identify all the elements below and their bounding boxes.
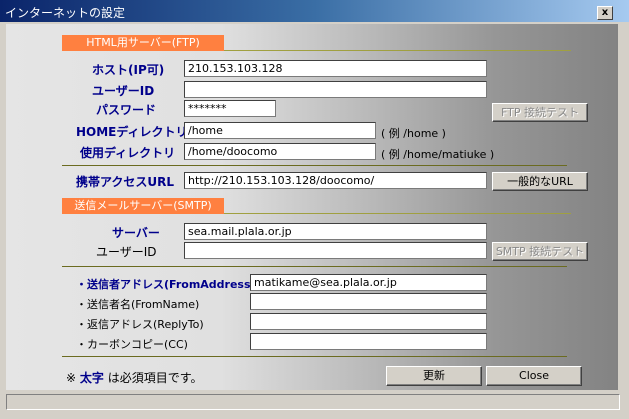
home-dir-label: HOMEディレクトリ: [76, 125, 188, 139]
smtp-server-label: サーバー: [112, 226, 160, 240]
use-dir-example: ( 例 /home/matiuke ): [381, 148, 495, 161]
from-name-label: ・送信者名(FromName): [76, 298, 200, 311]
from-address-label: ・送信者アドレス(FromAddress): [76, 278, 256, 291]
close-button[interactable]: Close: [486, 366, 582, 386]
ftp-test-button[interactable]: FTP 接続テスト: [492, 103, 588, 122]
password-label: パスワード: [96, 103, 157, 117]
update-button[interactable]: 更新: [386, 366, 482, 386]
divider: [62, 266, 567, 267]
reply-to-label: ・返信アドレス(ReplyTo): [76, 318, 204, 331]
password-input[interactable]: *******: [184, 100, 276, 117]
ftp-user-label: ユーザーID: [92, 84, 155, 98]
section-smtp-server: 送信メールサーバー(SMTP): [62, 198, 224, 214]
note-suffix: は必須項目です。: [107, 371, 203, 385]
from-address-input[interactable]: matikame@sea.plala.or.jp: [250, 274, 487, 291]
mobile-url-input[interactable]: http://210.153.103.128/doocomo/: [184, 172, 487, 189]
reply-to-input[interactable]: [250, 313, 487, 330]
host-label: ホスト(IP可): [92, 63, 165, 77]
section-html-server: HTML用サーバー(FTP): [62, 35, 224, 51]
from-name-input[interactable]: [250, 293, 487, 310]
use-dir-label: 使用ディレクトリ: [80, 146, 176, 160]
title-bar[interactable]: インターネットの設定 x: [0, 0, 629, 22]
required-note: ※ 太字 は必須項目です。: [66, 369, 203, 386]
home-dir-input[interactable]: /home: [184, 122, 376, 139]
host-input[interactable]: 210.153.103.128: [184, 60, 487, 77]
note-prefix: ※: [66, 371, 77, 385]
divider: [62, 356, 567, 357]
close-icon[interactable]: x: [597, 6, 613, 20]
settings-window: インターネットの設定 x HTML用サーバー(FTP) ホスト(IP可) 210…: [0, 0, 629, 419]
use-dir-input[interactable]: /home/doocomo: [184, 143, 376, 160]
section-divider: [224, 213, 571, 214]
section-divider: [224, 50, 571, 51]
smtp-user-label: ユーザーID: [96, 245, 157, 259]
status-bar: [6, 394, 620, 410]
ftp-user-input[interactable]: [184, 81, 487, 98]
window-title: インターネットの設定: [5, 6, 126, 20]
smtp-test-button[interactable]: SMTP 接続テスト: [492, 242, 588, 261]
general-url-button[interactable]: 一般的なURL: [492, 172, 588, 191]
mobile-url-label: 携帯アクセスURL: [76, 175, 175, 189]
cc-input[interactable]: [250, 333, 487, 350]
home-dir-example: ( 例 /home ): [381, 127, 446, 140]
smtp-user-input[interactable]: [184, 242, 487, 259]
cc-label: ・カーボンコピー(CC): [76, 338, 188, 351]
divider: [62, 165, 567, 166]
smtp-server-input[interactable]: sea.mail.plala.or.jp: [184, 223, 487, 240]
note-bold: 太字: [79, 371, 104, 385]
